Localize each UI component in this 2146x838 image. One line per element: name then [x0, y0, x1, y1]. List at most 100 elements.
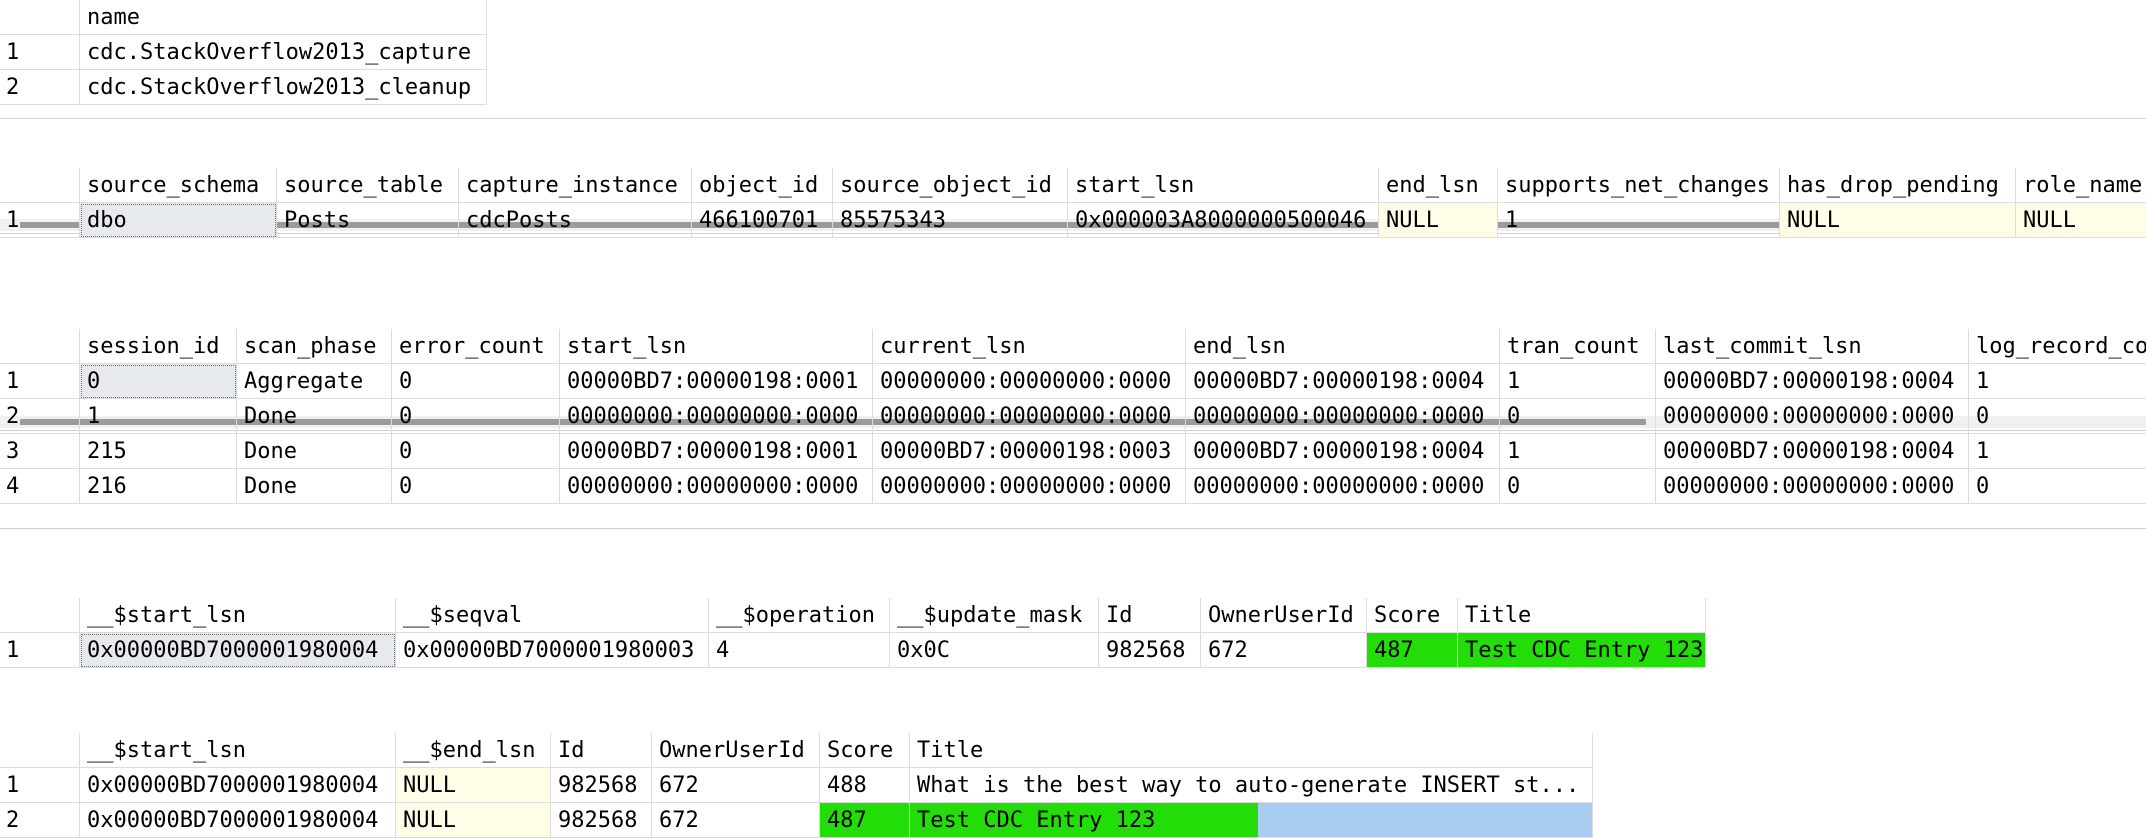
table-cell[interactable]: 4: [709, 633, 890, 668]
column-header[interactable]: Id: [551, 733, 652, 768]
table-cell[interactable]: 215: [80, 434, 237, 469]
table-cell[interactable]: 982568: [551, 768, 652, 803]
table-cell[interactable]: What is the best way to auto-generate IN…: [910, 768, 1593, 803]
row-number[interactable]: 1: [0, 633, 80, 668]
table-cell[interactable]: 00000BD7:00000198:0001: [560, 434, 873, 469]
grid-corner[interactable]: [0, 329, 80, 364]
column-header[interactable]: scan_phase: [237, 329, 392, 364]
column-header[interactable]: last_commit_lsn: [1656, 329, 1969, 364]
column-header[interactable]: __$operation: [709, 598, 890, 633]
column-header[interactable]: source_table: [277, 168, 459, 203]
table-cell[interactable]: 982568: [1099, 633, 1201, 668]
table-cell[interactable]: dbo: [80, 203, 277, 238]
column-header[interactable]: OwnerUserId: [652, 733, 820, 768]
table-cell[interactable]: 487: [820, 803, 910, 838]
table-cell[interactable]: 1: [1498, 203, 1780, 238]
column-header[interactable]: end_lsn: [1186, 329, 1500, 364]
table-cell[interactable]: 216: [80, 469, 237, 504]
column-header[interactable]: source_schema: [80, 168, 277, 203]
table-cell[interactable]: Aggregate: [237, 364, 392, 399]
table-cell[interactable]: cdc.StackOverflow2013_cleanup: [80, 70, 487, 105]
table-cell[interactable]: 487: [1367, 633, 1458, 668]
column-header[interactable]: tran_count: [1500, 329, 1656, 364]
table-cell[interactable]: Done: [237, 434, 392, 469]
column-header[interactable]: has_drop_pending: [1780, 168, 2016, 203]
column-header[interactable]: start_lsn: [560, 329, 873, 364]
table-cell[interactable]: 466100701: [692, 203, 833, 238]
grid-corner[interactable]: [0, 168, 80, 203]
grid-corner[interactable]: [0, 598, 80, 633]
row-number[interactable]: 1: [0, 364, 80, 399]
table-cell[interactable]: 0: [392, 434, 560, 469]
table-cell[interactable]: NULL: [396, 803, 551, 838]
table-cell[interactable]: 00000000:00000000:0000: [560, 399, 873, 434]
table-cell[interactable]: 672: [652, 768, 820, 803]
table-cell[interactable]: cdcPosts: [459, 203, 692, 238]
column-header[interactable]: source_object_id: [833, 168, 1068, 203]
column-header[interactable]: __$start_lsn: [80, 733, 396, 768]
table-cell[interactable]: 1: [1500, 364, 1656, 399]
table-cell[interactable]: 00000000:00000000:0000: [1656, 399, 1969, 434]
table-cell[interactable]: 00000000:00000000:0000: [1186, 469, 1500, 504]
table-cell[interactable]: 982568: [551, 803, 652, 838]
table-cell[interactable]: 0x00000BD7000001980004: [80, 803, 396, 838]
table-cell[interactable]: 00000000:00000000:0000: [560, 469, 873, 504]
table-cell[interactable]: 672: [652, 803, 820, 838]
column-header[interactable]: name: [80, 0, 487, 35]
table-cell[interactable]: 00000000:00000000:0000: [873, 399, 1186, 434]
table-cell[interactable]: 0: [80, 364, 237, 399]
table-cell[interactable]: Test CDC Entry 123: [910, 803, 1593, 838]
table-cell[interactable]: 00000BD7:00000198:0004: [1656, 434, 1969, 469]
column-header[interactable]: Score: [820, 733, 910, 768]
table-cell[interactable]: 00000000:00000000:0000: [873, 364, 1186, 399]
table-cell[interactable]: 0: [392, 364, 560, 399]
table-cell[interactable]: 0x00000BD7000001980004: [80, 633, 396, 668]
row-number[interactable]: 1: [0, 768, 80, 803]
table-cell[interactable]: 00000BD7:00000198:0004: [1186, 364, 1500, 399]
table-cell[interactable]: 0x00000BD7000001980003: [396, 633, 709, 668]
column-header[interactable]: Title: [1458, 598, 1706, 633]
table-cell[interactable]: 0: [1500, 469, 1656, 504]
column-header[interactable]: Title: [910, 733, 1593, 768]
column-header[interactable]: __$seqval: [396, 598, 709, 633]
table-cell[interactable]: 1: [1969, 364, 2146, 399]
table-cell[interactable]: 0x000003A8000000500046: [1068, 203, 1379, 238]
table-cell[interactable]: 0: [392, 469, 560, 504]
column-header[interactable]: error_count: [392, 329, 560, 364]
column-header[interactable]: __$end_lsn: [396, 733, 551, 768]
grid-corner[interactable]: [0, 733, 80, 768]
column-header[interactable]: log_record_co: [1969, 329, 2146, 364]
table-cell[interactable]: NULL: [2016, 203, 2146, 238]
column-header[interactable]: __$update_mask: [890, 598, 1099, 633]
table-cell[interactable]: 00000BD7:00000198:0001: [560, 364, 873, 399]
row-number[interactable]: 2: [0, 70, 80, 105]
row-number[interactable]: 1: [0, 203, 80, 238]
row-number[interactable]: 2: [0, 803, 80, 838]
table-cell[interactable]: 0: [1969, 399, 2146, 434]
table-cell[interactable]: 672: [1201, 633, 1367, 668]
grid-corner[interactable]: [0, 0, 80, 35]
table-cell[interactable]: 00000000:00000000:0000: [1656, 469, 1969, 504]
column-header[interactable]: object_id: [692, 168, 833, 203]
table-cell[interactable]: 1: [80, 399, 237, 434]
column-header[interactable]: start_lsn: [1068, 168, 1379, 203]
table-cell[interactable]: 0x0C: [890, 633, 1099, 668]
column-header[interactable]: current_lsn: [873, 329, 1186, 364]
table-cell[interactable]: 0x00000BD7000001980004: [80, 768, 396, 803]
table-cell[interactable]: Done: [237, 399, 392, 434]
column-header[interactable]: role_name: [2016, 168, 2146, 203]
table-cell[interactable]: NULL: [1780, 203, 2016, 238]
table-cell[interactable]: Test CDC Entry 123: [1458, 633, 1706, 668]
table-cell[interactable]: Posts: [277, 203, 459, 238]
row-number[interactable]: 1: [0, 35, 80, 70]
table-cell[interactable]: NULL: [396, 768, 551, 803]
table-cell[interactable]: 00000BD7:00000198:0004: [1656, 364, 1969, 399]
table-cell[interactable]: 00000BD7:00000198:0004: [1186, 434, 1500, 469]
table-cell[interactable]: 85575343: [833, 203, 1068, 238]
table-cell[interactable]: 00000000:00000000:0000: [1186, 399, 1500, 434]
column-header[interactable]: OwnerUserId: [1201, 598, 1367, 633]
row-number[interactable]: 4: [0, 469, 80, 504]
column-header[interactable]: end_lsn: [1379, 168, 1498, 203]
row-number[interactable]: 3: [0, 434, 80, 469]
row-number[interactable]: 2: [0, 399, 80, 434]
